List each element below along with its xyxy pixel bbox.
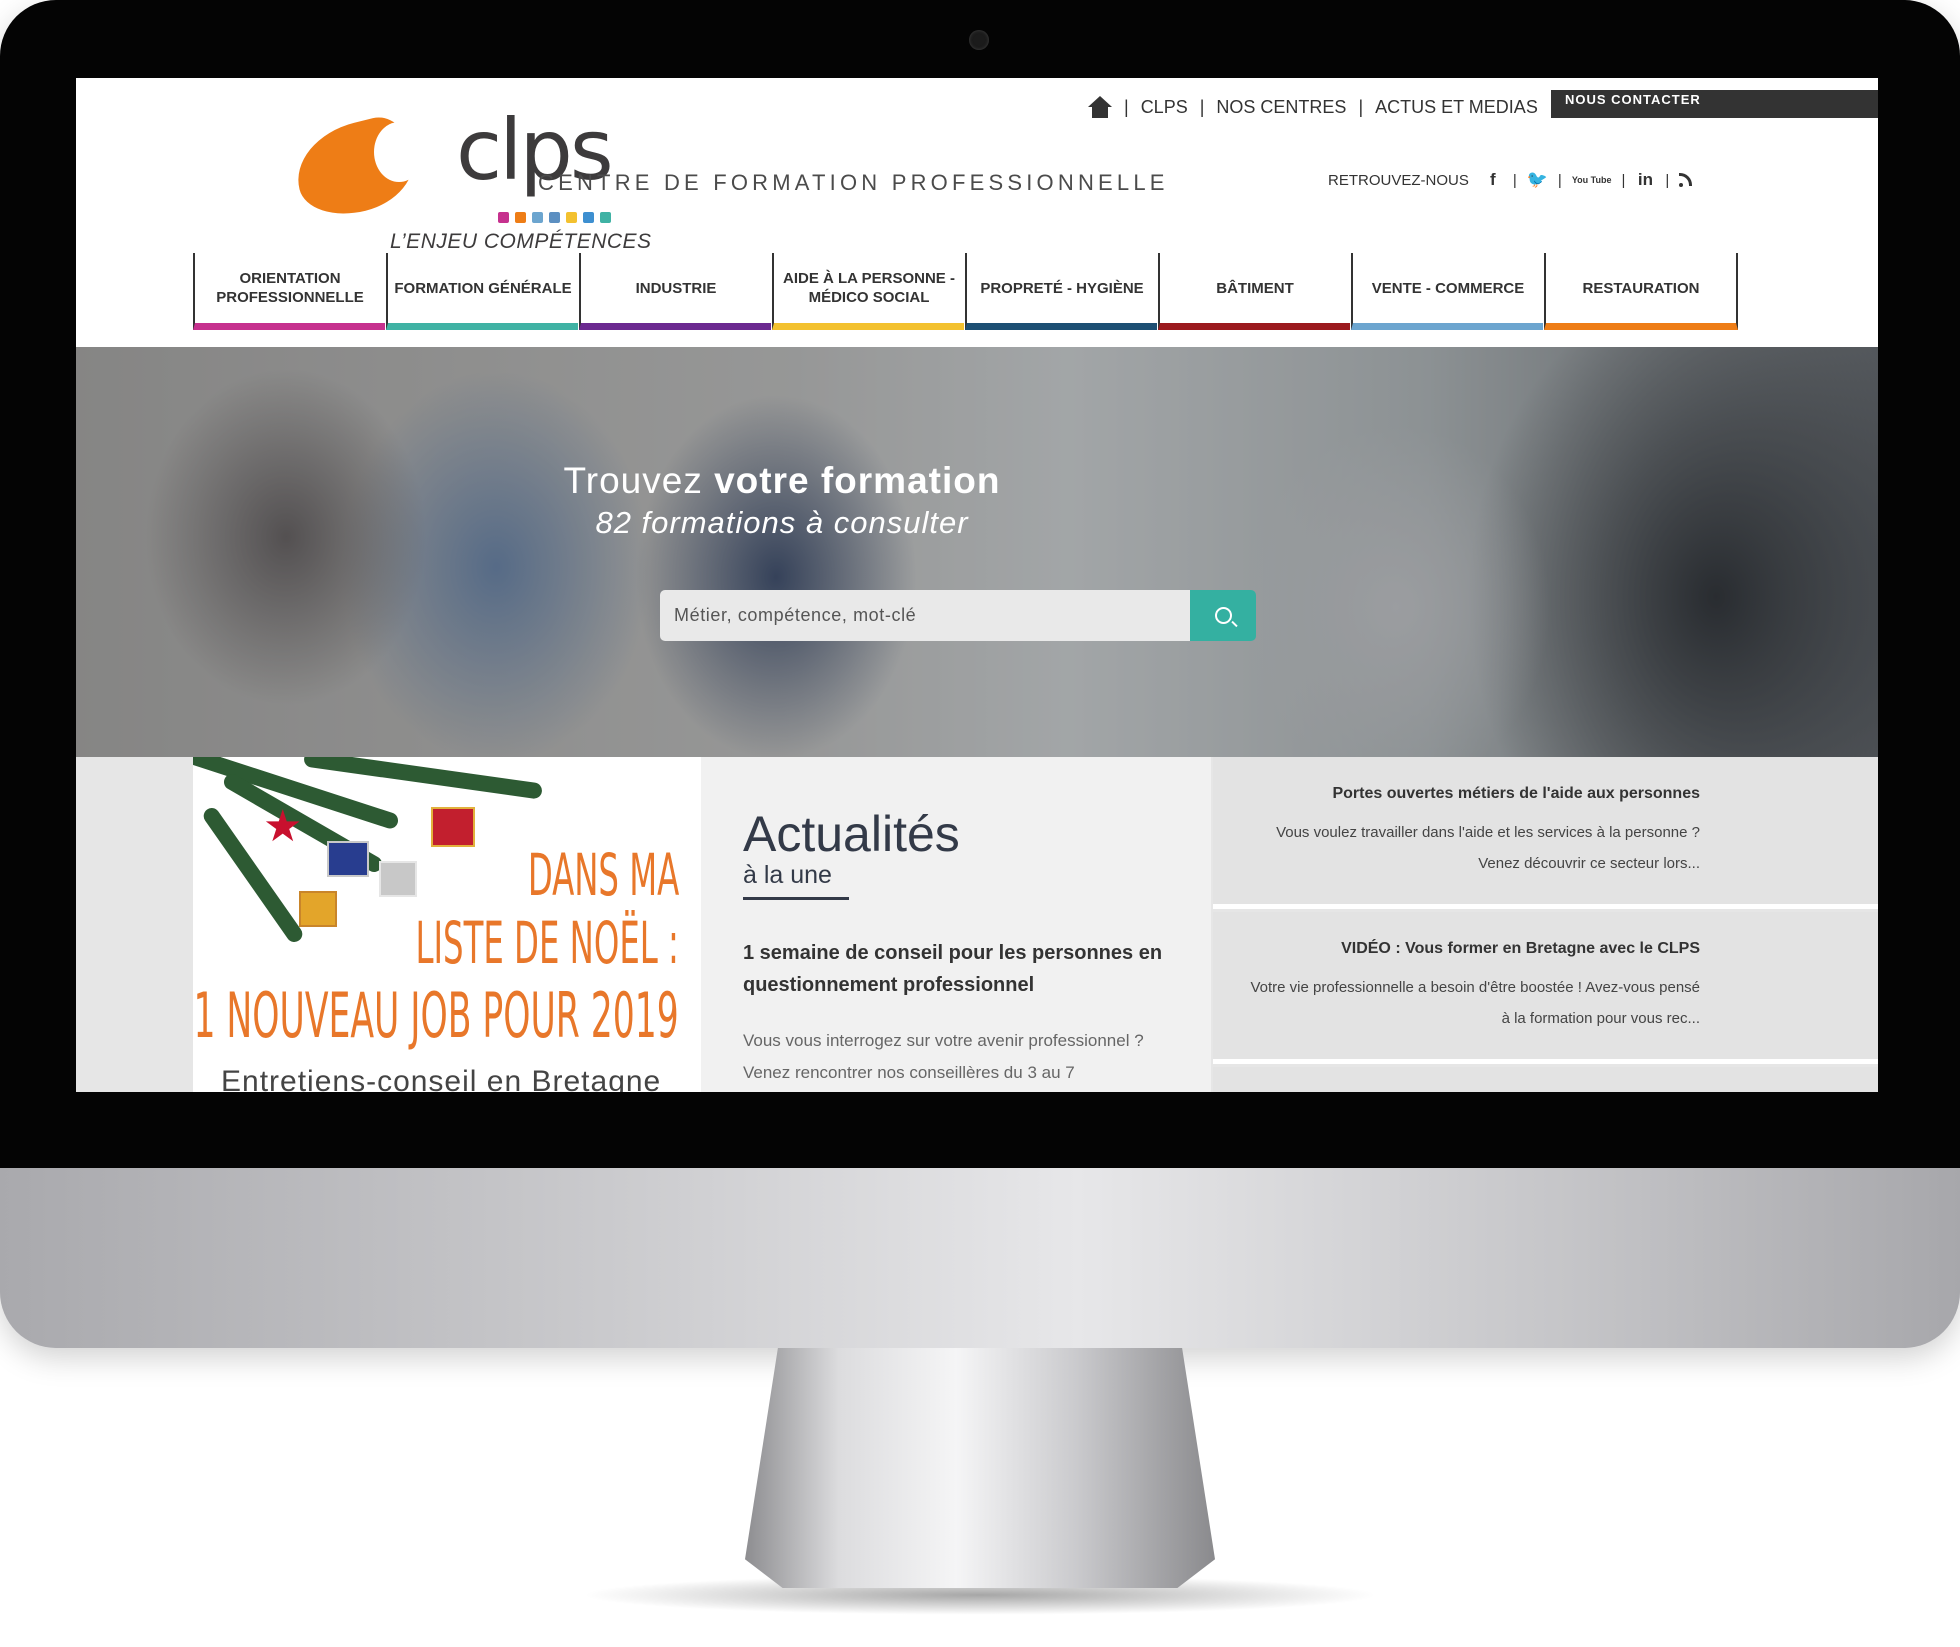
side-news-text: Vous voulez travailler dans l'aide et le…	[1276, 824, 1700, 872]
hero-overlay	[76, 347, 1878, 757]
news-heading: Actualités	[743, 806, 960, 862]
promo-line-2: LISTE DE NOËL :	[415, 909, 679, 977]
top-nav-link-centres[interactable]: NOS CENTRES	[1216, 97, 1346, 118]
search-button[interactable]	[1190, 590, 1256, 641]
main-menu: ORIENTATION PROFESSIONNELLE FORMATION GÉ…	[193, 253, 1739, 330]
news-subheading: à la une	[743, 861, 832, 889]
promo-banner[interactable]: ★ DANS MA LISTE DE NOËL : 1 NOUVEAU JOB …	[193, 757, 701, 1092]
logo-dot	[532, 212, 543, 223]
search-icon	[1214, 607, 1232, 624]
nav-separator: |	[1124, 96, 1129, 117]
logo-dot	[549, 212, 560, 223]
pine-branch	[303, 757, 543, 800]
facebook-icon[interactable]: f	[1483, 170, 1503, 190]
side-news-title[interactable]: VIDÉO : Vous former en Bretagne avec le …	[1341, 940, 1700, 958]
menu-item-aide-personne[interactable]: AIDE À LA PERSONNE - MÉDICO SOCIAL	[772, 253, 964, 330]
gift-icon	[327, 841, 369, 877]
gift-icon	[431, 807, 475, 847]
top-nav-link-clps[interactable]: CLPS	[1141, 97, 1188, 118]
side-news-title[interactable]: Portes ouvertes métiers de l'aide aux pe…	[1332, 785, 1700, 803]
social-separator: |	[1621, 171, 1626, 189]
side-news-item[interactable]	[1213, 1067, 1878, 1092]
news-section: Actualités à la une 1 semaine de conseil…	[701, 757, 1211, 1092]
logo-blob-cutout	[374, 122, 424, 182]
clps-logo[interactable]: clps L’ENJEU COMPÉTENCES	[206, 98, 651, 253]
top-nav-link-actus[interactable]: ACTUS ET MEDIAS	[1375, 97, 1538, 118]
menu-item-vente[interactable]: VENTE - COMMERCE	[1351, 253, 1543, 330]
gift-icon	[299, 891, 337, 927]
menu-item-restauration[interactable]: RESTAURATION	[1544, 253, 1738, 330]
side-news-list: Portes ouvertes métiers de l'aide aux pe…	[1213, 757, 1878, 1092]
formation-count: 82 formations à consulter	[595, 505, 969, 540]
logo-color-dots	[498, 212, 611, 223]
monitor-chin	[0, 1168, 1960, 1348]
promo-line-1: DANS MA	[527, 841, 679, 909]
logo-dot	[583, 212, 594, 223]
logo-dot	[498, 212, 509, 223]
rss-icon[interactable]	[1679, 173, 1693, 187]
linkedin-icon[interactable]: in	[1635, 170, 1655, 190]
menu-item-proprete[interactable]: PROPRETÉ - HYGIÈNE	[965, 253, 1157, 330]
site-subtitle: CENTRE DE FORMATION PROFESSIONNELLE	[538, 170, 1169, 195]
social-separator: |	[1665, 171, 1670, 189]
social-separator: |	[1512, 171, 1517, 189]
logo-dot	[600, 212, 611, 223]
news-article-title[interactable]: 1 semaine de conseil pour les personnes …	[743, 937, 1183, 1001]
logo-dot	[566, 212, 577, 223]
hero-banner: Trouvez votre formation 82 formations à …	[76, 347, 1878, 757]
youtube-icon[interactable]: You Tube	[1572, 175, 1612, 185]
social-links: RETROUVEZ-NOUS f | 🐦 | You Tube | in |	[1328, 170, 1693, 190]
news-divider	[743, 897, 849, 900]
menu-item-orientation[interactable]: ORIENTATION PROFESSIONNELLE	[193, 253, 385, 330]
hero-title: Trouvez votre formation	[76, 460, 1488, 502]
hero-title-prefix: Trouvez	[563, 460, 715, 501]
promo-footer: Entretiens-conseil en Bretagne	[221, 1065, 662, 1092]
side-news-item[interactable]: Portes ouvertes métiers de l'aide aux pe…	[1213, 757, 1878, 909]
news-article-excerpt: Vous vous interrogez sur votre avenir pr…	[743, 1031, 1144, 1082]
star-ornament-icon: ★	[263, 802, 303, 851]
top-nav: | CLPS | NOS CENTRES | ACTUS ET MEDIAS |	[1088, 94, 1567, 120]
menu-item-industrie[interactable]: INDUSTRIE	[579, 253, 771, 330]
side-news-text: Votre vie professionnelle a besoin d'êtr…	[1250, 979, 1700, 1027]
contact-button[interactable]: NOUS CONTACTER	[1551, 90, 1878, 118]
menu-item-formation-generale[interactable]: FORMATION GÉNÉRALE	[386, 253, 578, 330]
logo-tagline: L’ENJEU COMPÉTENCES	[390, 230, 652, 253]
website-screen: clps L’ENJEU COMPÉTENCES CENTRE DE FORMA…	[76, 78, 1878, 1092]
formation-search-input[interactable]	[660, 590, 1190, 641]
menu-item-batiment[interactable]: BÂTIMENT	[1158, 253, 1350, 330]
promo-line-3: 1 NOUVEAU JOB POUR 2019	[193, 979, 679, 1052]
social-label: RETROUVEZ-NOUS	[1328, 171, 1469, 189]
social-separator: |	[1557, 171, 1562, 189]
logo-dot	[515, 212, 526, 223]
hero-title-bold: votre formation	[714, 460, 1001, 501]
side-news-item[interactable]: VIDÉO : Vous former en Bretagne avec le …	[1213, 912, 1878, 1064]
nav-separator: |	[1199, 96, 1205, 117]
camera-icon	[969, 30, 989, 50]
lower-section: ★ DANS MA LISTE DE NOËL : 1 NOUVEAU JOB …	[76, 757, 1878, 1092]
nav-separator: |	[1358, 96, 1364, 117]
monitor-stand	[745, 1348, 1215, 1588]
gift-icon	[379, 861, 417, 897]
home-icon[interactable]	[1088, 96, 1112, 118]
twitter-icon[interactable]: 🐦	[1527, 170, 1548, 190]
